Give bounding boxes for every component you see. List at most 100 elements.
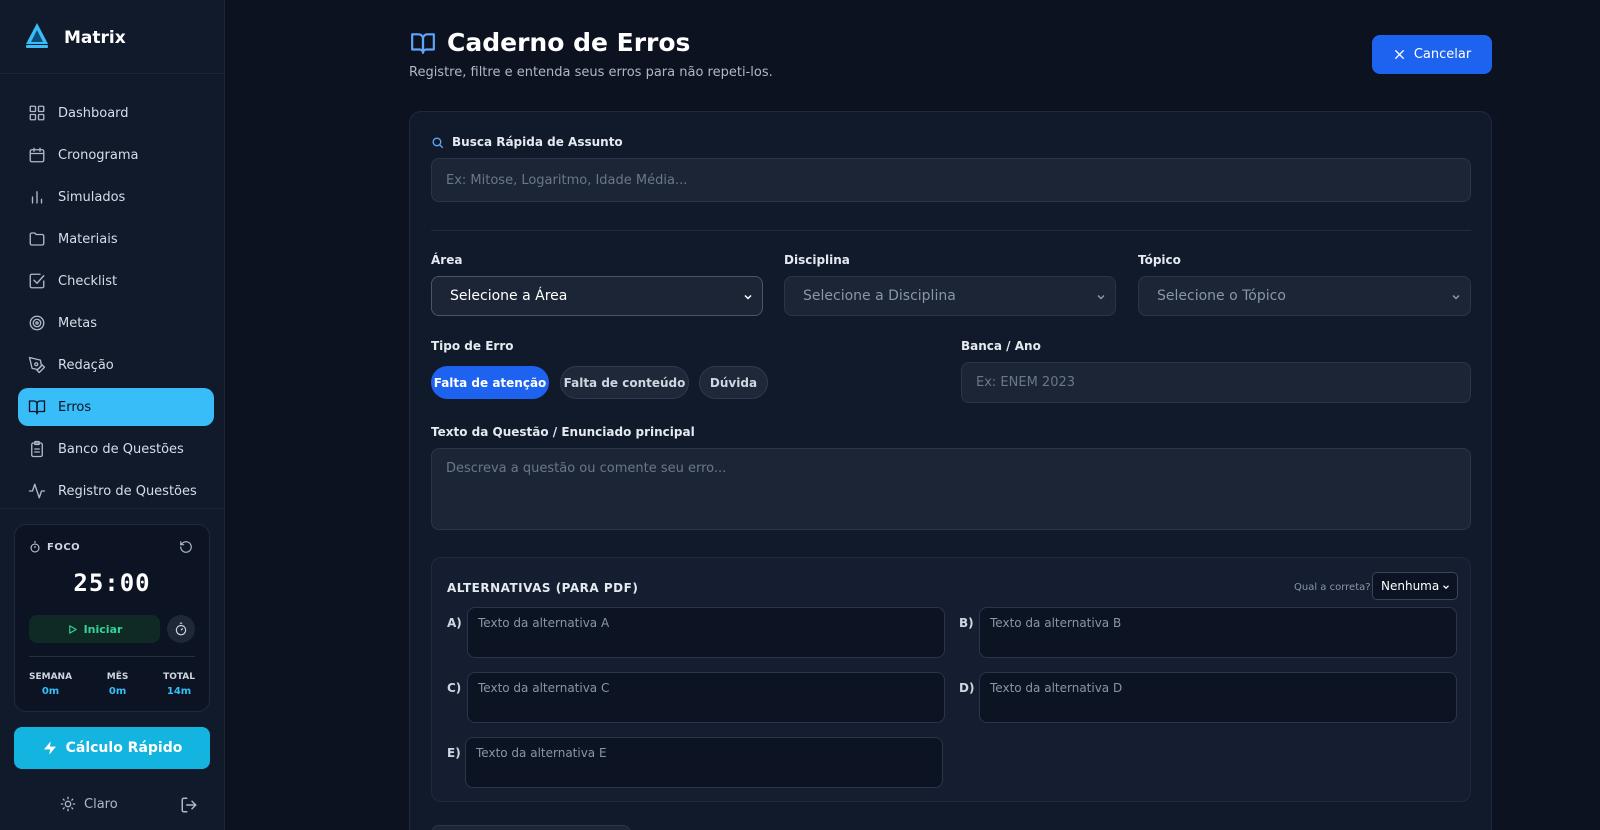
correct-answer-select[interactable]: Nenhuma [1372, 572, 1458, 600]
sidebar-item-label: Erros [58, 399, 92, 415]
focus-divider [29, 656, 195, 657]
question-textarea[interactable]: Descreva a questão ou comente seu erro..… [431, 448, 1471, 530]
target-icon [29, 315, 45, 331]
page-title: Caderno de Erros [447, 28, 691, 57]
alternatives-title: ALTERNATIVAS (PARA PDF) [447, 581, 639, 595]
sidebar: Matrix Dashboard Cronograma Simulados Ma… [0, 0, 225, 830]
theme-label: Claro [84, 796, 118, 812]
start-timer-button[interactable]: Iniciar [29, 615, 160, 643]
sidebar-item-erros[interactable]: Erros [18, 388, 214, 426]
book-open-icon [411, 32, 435, 54]
quick-calc-label: Cálculo Rápido [65, 740, 183, 756]
correct-answer-label: Qual a correta? [1294, 582, 1371, 593]
sidebar-item-label: Registro de Questões [58, 483, 197, 499]
sidebar-item-label: Simulados [58, 189, 126, 205]
alternatives-section: ALTERNATIVAS (PARA PDF) Qual a correta? … [431, 557, 1471, 802]
form-divider [431, 230, 1471, 231]
lightning-icon [43, 741, 56, 755]
chevron-down-icon [1443, 585, 1449, 590]
sidebar-nav: Dashboard Cronograma Simulados Materiais… [18, 94, 214, 514]
start-label: Iniciar [83, 622, 123, 636]
pen-icon [28, 356, 46, 374]
topic-select[interactable]: Selecione o Tópico [1138, 276, 1471, 316]
area-select[interactable]: Selecione a Área [431, 276, 763, 316]
page-header: Caderno de Erros [409, 28, 690, 57]
error-type-duvida[interactable]: Dúvida [699, 366, 768, 399]
theme-toggle[interactable]: Claro [60, 796, 118, 812]
exam-label: Banca / Ano [961, 339, 1041, 353]
dashboard-icon [29, 105, 45, 121]
exam-input[interactable] [961, 362, 1471, 403]
partial-button[interactable] [431, 825, 631, 830]
topic-label: Tópico [1138, 253, 1181, 267]
reset-timer-button[interactable] [179, 539, 195, 555]
error-type-label: Tipo de Erro [431, 339, 514, 353]
logout-button[interactable] [180, 796, 198, 818]
stat-week: SEMANA 0m [29, 672, 73, 697]
error-form-card: Busca Rápida de Assunto Área Selecione a… [409, 111, 1492, 830]
focus-stats: SEMANA 0m MÊS 0m TOTAL 14m [29, 672, 195, 697]
activity-icon [28, 483, 46, 499]
nav-divider [0, 508, 225, 509]
area-label: Área [431, 253, 463, 267]
calendar-icon [29, 147, 45, 163]
sidebar-item-simulados[interactable]: Simulados [18, 178, 214, 216]
stopwatch-button[interactable] [167, 615, 195, 643]
book-open-icon [28, 400, 46, 415]
alternative-d-letter: D) [959, 681, 975, 695]
alternative-e-letter: E) [447, 746, 461, 760]
stat-month: MÊS 0m [106, 672, 129, 697]
chevron-down-icon [1452, 294, 1460, 300]
sidebar-item-redacao[interactable]: Redação [18, 346, 214, 384]
reset-icon [180, 541, 192, 553]
chevron-down-icon [1097, 294, 1105, 300]
sidebar-item-materiais[interactable]: Materiais [18, 220, 214, 258]
logout-icon [181, 797, 197, 813]
sidebar-item-label: Dashboard [58, 105, 129, 121]
sidebar-item-label: Redação [58, 357, 114, 373]
play-icon [68, 624, 77, 634]
search-label: Busca Rápida de Assunto [431, 135, 623, 149]
stopwatch-icon [175, 622, 187, 636]
folder-icon [29, 232, 45, 246]
sidebar-item-label: Checklist [58, 273, 118, 289]
clipboard-icon [31, 440, 43, 458]
alternative-e-input[interactable]: Texto da alternativa E [465, 737, 943, 788]
cancel-button[interactable]: Cancelar [1372, 35, 1492, 74]
close-icon [1394, 50, 1404, 59]
error-type-falta-de-atencao[interactable]: Falta de atenção [431, 366, 549, 399]
alternative-b-input[interactable]: Texto da alternativa B [979, 607, 1457, 658]
quick-calc-button[interactable]: Cálculo Rápido [14, 727, 210, 769]
sidebar-item-dashboard[interactable]: Dashboard [18, 94, 214, 132]
brand-divider [0, 73, 225, 74]
alternative-b-letter: B) [959, 616, 974, 630]
stat-total: TOTAL 14m [163, 672, 195, 697]
alternative-a-input[interactable]: Texto da alternativa A [467, 607, 945, 658]
alternative-d-input[interactable]: Texto da alternativa D [979, 672, 1457, 723]
cancel-label: Cancelar [1413, 47, 1472, 62]
sidebar-item-metas[interactable]: Metas [18, 304, 214, 342]
focus-label: FOCO [47, 541, 81, 553]
discipline-select[interactable]: Selecione a Disciplina [784, 276, 1116, 316]
sidebar-item-checklist[interactable]: Checklist [18, 262, 214, 300]
error-type-falta-de-conteudo[interactable]: Falta de conteúdo [560, 366, 689, 399]
search-icon [432, 136, 444, 148]
search-input[interactable] [431, 158, 1471, 202]
bar-chart-icon [31, 191, 43, 204]
alternative-a-letter: A) [447, 616, 462, 630]
discipline-label: Disciplina [784, 253, 850, 267]
sidebar-item-banco-de-questoes[interactable]: Banco de Questões [18, 430, 214, 468]
sidebar-item-registro-de-questoes[interactable]: Registro de Questões [18, 472, 214, 510]
focus-timer-card: FOCO 25:00 Iniciar SEMANA 0m MÊS 0m TOTA… [14, 524, 210, 712]
question-label: Texto da Questão / Enunciado principal [431, 425, 695, 439]
brand[interactable]: Matrix [24, 22, 126, 54]
alternative-c-input[interactable]: Texto da alternativa C [467, 672, 945, 723]
sidebar-item-cronograma[interactable]: Cronograma [18, 136, 214, 174]
sidebar-item-label: Banco de Questões [58, 441, 184, 457]
sidebar-item-label: Materiais [58, 231, 118, 247]
page-subtitle: Registre, filtre e entenda seus erros pa… [409, 65, 773, 80]
timer-icon [30, 541, 40, 553]
alternative-c-letter: C) [447, 681, 462, 695]
checkbox-icon [29, 273, 45, 289]
chevron-down-icon [744, 294, 752, 300]
